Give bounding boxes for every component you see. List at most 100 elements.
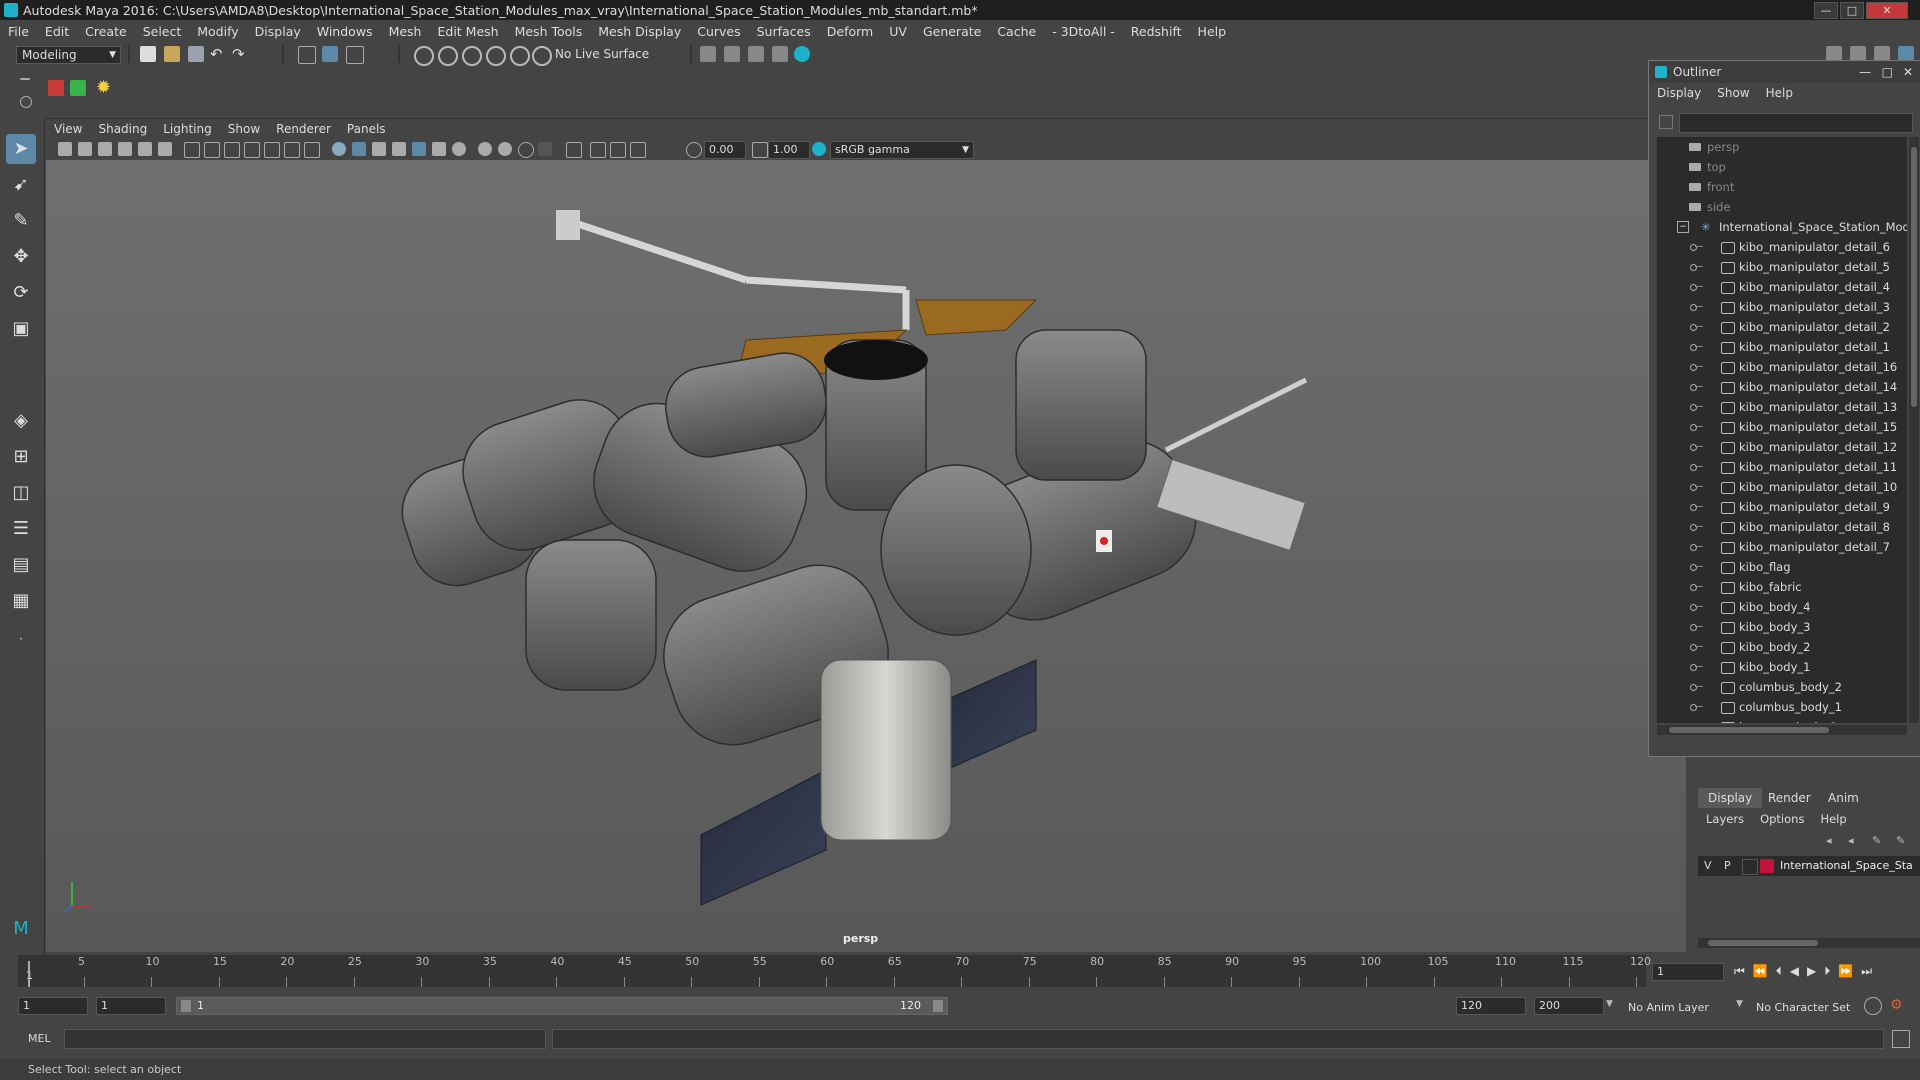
red-shelf-icon[interactable]	[48, 80, 64, 96]
render-settings-icon[interactable]	[772, 46, 788, 62]
playback-end-field[interactable]: 120	[1456, 997, 1526, 1015]
scale-tool-icon[interactable]: ▣	[6, 314, 36, 344]
outliner-item-front[interactable]: front	[1657, 177, 1907, 197]
outliner-item-persp[interactable]: persp	[1657, 137, 1907, 157]
outliner-item-group[interactable]: − ✳ International_Space_Station_Modu	[1657, 217, 1907, 237]
default-material-icon[interactable]	[372, 142, 386, 156]
chevron-down-icon[interactable]: ▼	[1736, 999, 1743, 1009]
step-back-key-icon[interactable]: ⏪	[1749, 964, 1772, 978]
live-surface-label[interactable]: No Live Surface	[555, 47, 649, 61]
sun-light-icon[interactable]: ✹	[96, 79, 112, 97]
rotate-tool-icon[interactable]: ⟳	[6, 278, 36, 308]
shadows-icon[interactable]	[432, 142, 446, 156]
render-current-frame-icon[interactable]	[724, 46, 740, 62]
outliner-item-mesh[interactable]: kibo_fabric	[1657, 577, 1907, 597]
undo-icon[interactable]: ↶	[210, 46, 226, 62]
motion-blur-icon[interactable]	[478, 142, 492, 156]
step-forward-frame-icon[interactable]: ⏵	[1820, 964, 1834, 979]
ipr-render-icon[interactable]	[748, 46, 764, 62]
outliner-item-mesh[interactable]: columbus_body_1	[1657, 697, 1907, 717]
vp-menu-lighting[interactable]: Lighting	[155, 122, 220, 136]
outliner-item-mesh[interactable]: kibo_flag	[1657, 557, 1907, 577]
xray-joints-icon[interactable]	[590, 142, 606, 158]
collapse-icon[interactable]: −	[1677, 221, 1689, 233]
menu-display[interactable]: Display	[247, 24, 309, 39]
grease-pencil-icon[interactable]	[158, 142, 172, 156]
xray-icon[interactable]	[538, 142, 552, 156]
range-end-handle[interactable]	[933, 1000, 943, 1012]
outliner-item-mesh[interactable]: kibo_manipulator_detail_1	[1657, 337, 1907, 357]
outliner-item-top[interactable]: top	[1657, 157, 1907, 177]
menu-uv[interactable]: UV	[881, 24, 915, 39]
menu-redshift[interactable]: Redshift	[1123, 24, 1190, 39]
xray-active-icon[interactable]	[610, 142, 626, 158]
menu-mesh[interactable]: Mesh	[381, 24, 430, 39]
open-scene-icon[interactable]	[164, 46, 180, 62]
smooth-shade-icon[interactable]	[352, 142, 366, 156]
outliner-item-mesh[interactable]: kibo_body_1	[1657, 657, 1907, 677]
outliner-menu-show[interactable]: Show	[1709, 86, 1757, 100]
go-to-end-icon[interactable]: ⏭	[1857, 964, 1876, 979]
menu-cache[interactable]: Cache	[989, 24, 1044, 39]
paint-select-tool-icon[interactable]: ✎	[6, 206, 36, 236]
step-forward-key-icon[interactable]: ⏩	[1834, 964, 1857, 978]
animation-start-field[interactable]: 1	[18, 997, 88, 1015]
outliner-menu-display[interactable]: Display	[1649, 86, 1709, 100]
snap-grid-icon[interactable]	[414, 46, 434, 66]
menu-3dtoall[interactable]: - 3DtoAll -	[1044, 24, 1123, 39]
go-to-start-icon[interactable]: ⏮	[1730, 964, 1749, 979]
menu-create[interactable]: Create	[77, 24, 135, 39]
outliner-item-mesh[interactable]: kibo_manipulator_detail_4	[1657, 277, 1907, 297]
isolate-select-icon[interactable]	[566, 142, 582, 158]
layer-playback-toggle[interactable]: P	[1724, 859, 1731, 872]
preferences-icon[interactable]: ⚙	[1890, 997, 1906, 1013]
outliner-item-mesh[interactable]: kibo_manipulator_detail_10	[1657, 477, 1907, 497]
safe-action-icon[interactable]	[284, 142, 300, 158]
outliner-item-mesh[interactable]: kibo_manipulator_detail_13	[1657, 397, 1907, 417]
select-tool-icon[interactable]: ➤	[6, 134, 36, 164]
layer-tab-anim[interactable]: Anim	[1818, 788, 1869, 808]
outliner-item-mesh[interactable]: kibo_manipulator_detail_9	[1657, 497, 1907, 517]
outliner-tree[interactable]: persp top front side − ✳ International_S…	[1657, 137, 1907, 723]
green-shelf-icon[interactable]	[70, 80, 86, 96]
vp-menu-view[interactable]: View	[46, 122, 90, 136]
scrollbar-thumb[interactable]	[1911, 147, 1917, 407]
outliner-item-mesh[interactable]: kibo_manipulator_detail_11	[1657, 457, 1907, 477]
hypershade-icon[interactable]	[794, 46, 810, 62]
outliner-menu-help[interactable]: Help	[1758, 86, 1801, 100]
menu-modify[interactable]: Modify	[189, 24, 246, 39]
menu-windows[interactable]: Windows	[309, 24, 381, 39]
move-tool-icon[interactable]: ✥	[6, 242, 36, 272]
outliner-item-mesh[interactable]: kibo_manipulator_detail_6	[1657, 237, 1907, 257]
time-slider[interactable]: 1 51015202530354045505560657075808590951…	[18, 955, 1651, 987]
filter-icon[interactable]	[1659, 115, 1673, 129]
field-chart-icon[interactable]	[264, 142, 280, 158]
outliner-maximize-icon[interactable]: □	[1882, 65, 1893, 79]
camera-attributes-icon[interactable]	[78, 142, 92, 156]
outliner-item-mesh[interactable]: kibo_manipulator_detail_15	[1657, 417, 1907, 437]
new-layer-selected-icon[interactable]: ✎	[1896, 834, 1910, 847]
playback-start-field[interactable]: 1	[96, 997, 166, 1015]
outliner-item-side[interactable]: side	[1657, 197, 1907, 217]
layer-menu-help[interactable]: Help	[1812, 812, 1854, 826]
hypershade-layout-icon[interactable]: ▦	[6, 586, 36, 616]
menu-file[interactable]: File	[0, 24, 37, 39]
layer-color-swatch[interactable]	[1760, 859, 1774, 873]
current-frame-field[interactable]: 1	[1652, 963, 1724, 981]
film-gate-icon[interactable]	[204, 142, 220, 158]
layer-menu-layers[interactable]: Layers	[1698, 812, 1752, 826]
vp-menu-panels[interactable]: Panels	[339, 122, 394, 136]
outliner-item-mesh[interactable]: kibo_body_4	[1657, 597, 1907, 617]
select-by-object-icon[interactable]	[322, 46, 338, 62]
outliner-item-mesh[interactable]: kibo_manipulator_detail_2	[1657, 317, 1907, 337]
menu-deform[interactable]: Deform	[819, 24, 881, 39]
vp-menu-renderer[interactable]: Renderer	[268, 122, 339, 136]
four-view-layout-icon[interactable]: ⊞	[6, 442, 36, 472]
menu-generate[interactable]: Generate	[915, 24, 989, 39]
scrollbar-thumb[interactable]	[1669, 727, 1829, 733]
range-start-handle[interactable]	[181, 1000, 191, 1012]
outliner-item-mesh[interactable]: kibo_manipulator_detail_16	[1657, 357, 1907, 377]
select-by-hierarchy-icon[interactable]	[298, 46, 316, 64]
step-back-frame-icon[interactable]: ⏴	[1772, 964, 1786, 979]
outliner-item-mesh[interactable]: kibo_manipulator_detail_8	[1657, 517, 1907, 537]
